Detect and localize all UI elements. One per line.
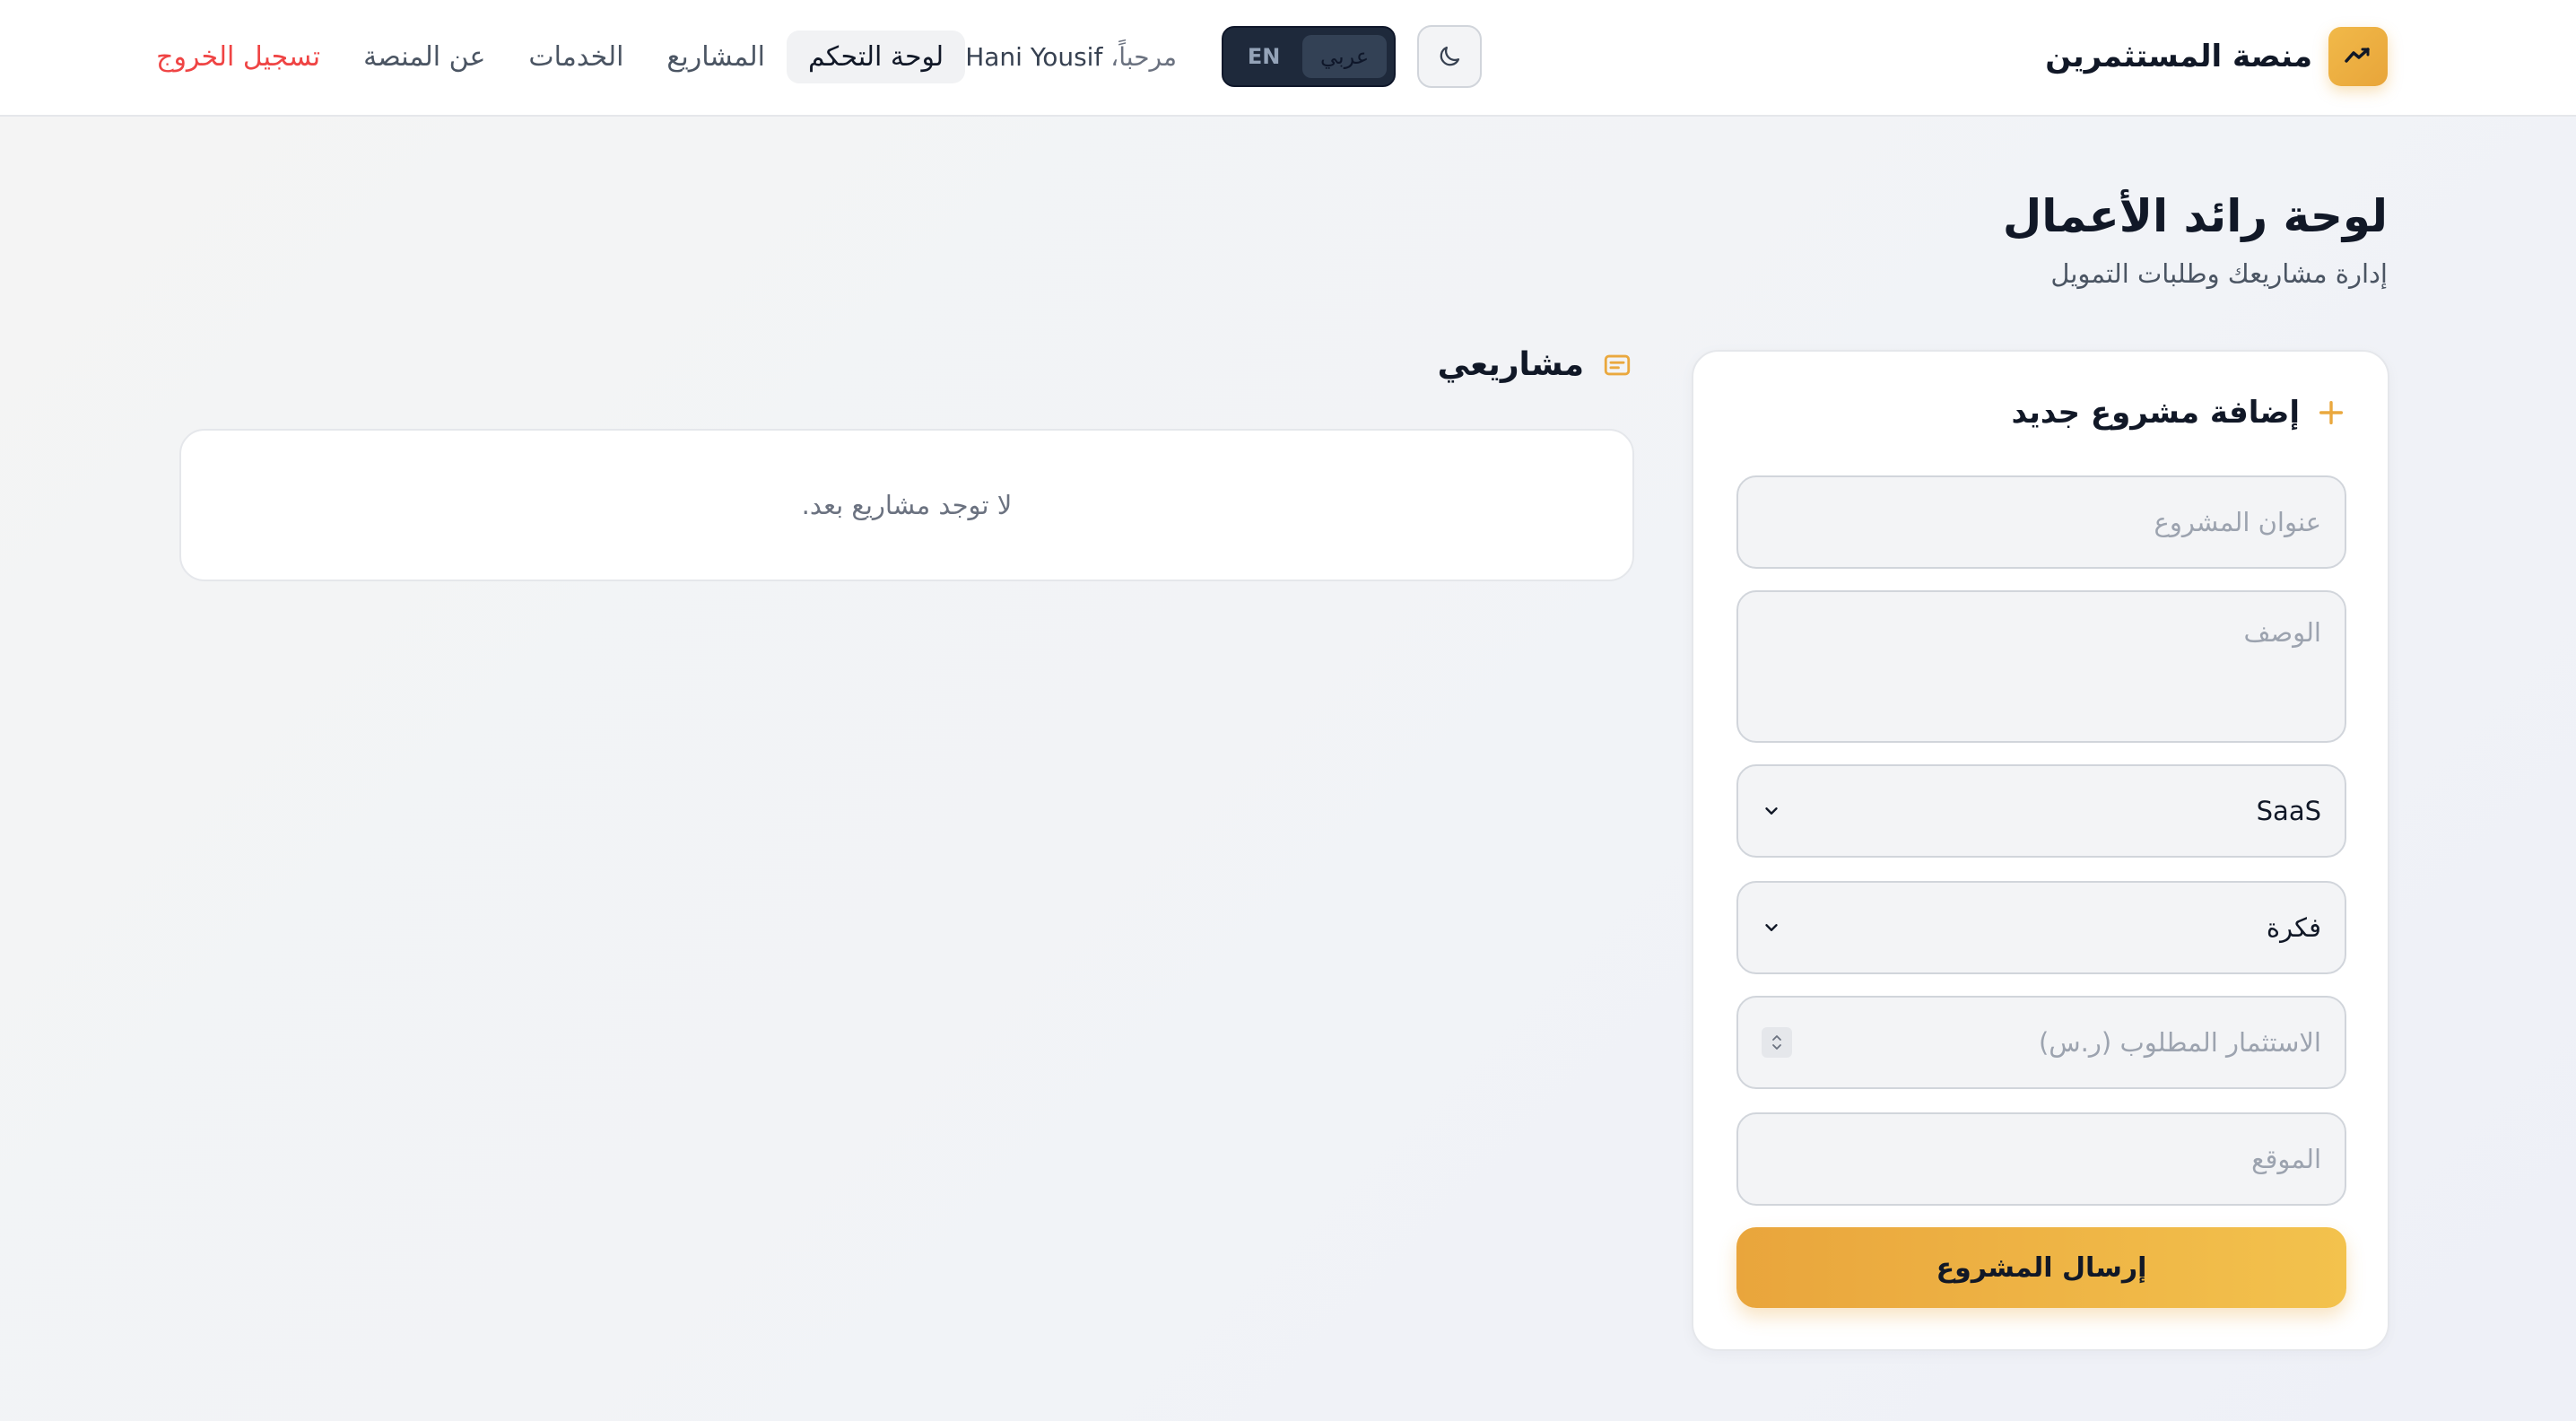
stage-select[interactable]: فكرة <box>1736 881 2346 974</box>
dark-mode-toggle[interactable] <box>1417 25 1482 88</box>
language-switch: عربي EN <box>1222 26 1396 87</box>
investment-placeholder: الاستثمار المطلوب (ر.س) <box>2038 1027 2321 1058</box>
up-down-arrows-icon <box>1772 1035 1781 1050</box>
number-spinner[interactable] <box>1762 1027 1792 1058</box>
submit-project-button[interactable]: إرسال المشروع <box>1736 1227 2346 1308</box>
empty-message: لا توجد مشاريع بعد. <box>801 490 1013 520</box>
projects-title: مشاريعي <box>1437 346 1584 383</box>
chevron-down-icon <box>1765 924 1778 931</box>
nav-services[interactable]: الخدمات <box>507 31 645 83</box>
category-value: SaaS <box>2256 796 2321 826</box>
projects-empty-state: لا توجد مشاريع بعد. <box>179 429 1634 581</box>
nav-about[interactable]: عن المنصة <box>342 31 507 83</box>
nav-dashboard[interactable]: لوحة التحكم <box>786 30 966 83</box>
chevron-down-icon <box>1765 807 1778 815</box>
projects-header: مشاريعي <box>1438 346 1632 383</box>
description-textarea[interactable] <box>1736 590 2346 743</box>
page-subtitle: إدارة مشاريعك وطلبات التمويل <box>2050 258 2388 289</box>
welcome-prefix: مرحباً، <box>1110 41 1177 72</box>
logout-link[interactable]: تسجيل الخروج <box>145 31 342 83</box>
list-icon <box>1604 354 1631 375</box>
moon-icon <box>1440 46 1460 66</box>
welcome-text: مرحباً، Hani Yousif <box>965 42 1177 72</box>
top-navbar: منصة المستثمرين عربي EN مرحباً، Hani You… <box>0 0 2576 117</box>
lang-arabic-button[interactable]: عربي <box>1302 35 1387 78</box>
plus-icon <box>2319 400 2344 425</box>
location-input[interactable] <box>1736 1112 2346 1206</box>
project-title-input[interactable] <box>1736 475 2346 569</box>
new-project-form: إضافة مشروع جديد SaaS فكرة الاستثمار الم… <box>1692 350 2389 1351</box>
brand[interactable]: منصة المستثمرين <box>2045 27 2388 86</box>
nav-projects[interactable]: المشاريع <box>645 31 787 83</box>
lang-english-button[interactable]: EN <box>1231 35 1297 78</box>
main-nav: مرحباً، Hani Yousif لوحة التحكم المشاريع… <box>156 28 1177 85</box>
form-title: إضافة مشروع جديد <box>2011 395 2300 431</box>
investment-input[interactable]: الاستثمار المطلوب (ر.س) <box>1736 996 2346 1089</box>
stage-value: فكرة <box>2266 912 2321 943</box>
page-title: لوحة رائد الأعمال <box>2002 190 2388 242</box>
trend-chart-icon <box>2328 27 2388 86</box>
form-header: إضافة مشروع جديد <box>2011 395 2346 431</box>
user-name: Hani Yousif <box>965 41 1103 72</box>
brand-name: منصة المستثمرين <box>2045 39 2312 74</box>
category-select[interactable]: SaaS <box>1736 764 2346 858</box>
